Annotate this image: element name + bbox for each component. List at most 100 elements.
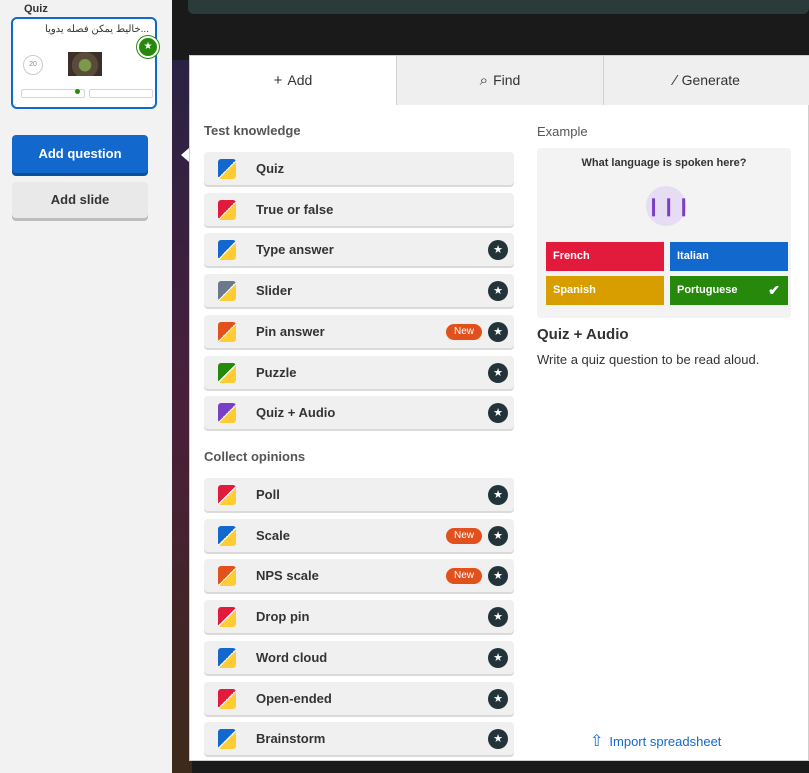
question-type-label: Slider bbox=[256, 283, 293, 299]
question-type-label: True or false bbox=[256, 201, 334, 217]
question-type-true-or-false[interactable]: True or false bbox=[204, 192, 514, 226]
question-type-label: Pin answer bbox=[256, 323, 325, 339]
scale-icon bbox=[218, 525, 236, 546]
plus-icon: + bbox=[273, 72, 283, 89]
example-preview: What language is spoken here? ❙❙❙ French… bbox=[537, 148, 791, 318]
question-type-label: Poll bbox=[256, 487, 280, 502]
question-type-label: Quiz bbox=[256, 161, 285, 176]
question-type-word-cloud[interactable]: Word cloud ★ bbox=[204, 640, 514, 674]
premium-star-icon: ★ bbox=[488, 281, 508, 302]
question-type-label: Open-ended bbox=[256, 690, 332, 706]
brainstorm-icon bbox=[218, 729, 236, 750]
example-title: Quiz + Audio bbox=[537, 326, 629, 343]
question-type-label: Quiz + Audio bbox=[256, 405, 336, 421]
open-ended-icon bbox=[218, 688, 236, 709]
test-knowledge-heading: Test knowledge bbox=[204, 123, 301, 138]
question-type-label: Word cloud bbox=[256, 649, 328, 665]
premium-star-icon: ★ bbox=[488, 688, 508, 709]
premium-star-icon: ★ bbox=[488, 485, 508, 505]
upload-icon: ⇧ bbox=[590, 733, 604, 750]
popup-pointer bbox=[181, 148, 189, 162]
thumbnail-answer-bar bbox=[89, 89, 153, 98]
section-title: Quiz bbox=[24, 3, 48, 15]
question-type-label: Drop pin bbox=[256, 609, 310, 625]
import-label: Import spreadsheet bbox=[609, 734, 722, 749]
premium-star-icon: ★ bbox=[488, 647, 508, 668]
question-type-open-ended[interactable]: Open-ended ★ bbox=[204, 681, 514, 715]
popup-tabs: + Add ⌕ Find ⁄ Generate bbox=[190, 56, 809, 105]
app-frame: Quiz ...خاليط يمكن فصله يدويا 20 ★ Add q… bbox=[0, 0, 809, 773]
answer-tile: Italian bbox=[670, 242, 788, 271]
new-badge: New bbox=[445, 568, 482, 585]
import-spreadsheet-link[interactable]: ⇧ Import spreadsheet bbox=[590, 731, 721, 751]
thumbnail-timer: 20 bbox=[23, 55, 43, 75]
new-badge: New bbox=[445, 323, 482, 340]
question-type-brainstorm[interactable]: Brainstorm ★ bbox=[204, 722, 514, 756]
example-question: What language is spoken here? bbox=[581, 157, 747, 169]
example-label: Example bbox=[537, 124, 588, 139]
question-type-quiz-audio[interactable]: Quiz + Audio ★ bbox=[204, 396, 514, 430]
drop-pin-icon bbox=[218, 607, 236, 628]
question-type-poll[interactable]: Poll ★ bbox=[204, 478, 514, 511]
question-type-quiz[interactable]: Quiz bbox=[204, 152, 514, 185]
audio-icon: ❙❙❙ bbox=[646, 186, 691, 226]
slide-thumbnail[interactable]: ...خاليط يمكن فصله يدويا 20 bbox=[11, 17, 157, 109]
question-type-label: NPS scale bbox=[256, 568, 319, 584]
quiz-icon bbox=[218, 159, 236, 179]
star-badge-icon: ★ bbox=[137, 36, 159, 58]
question-type-puzzle[interactable]: Puzzle ★ bbox=[204, 355, 514, 389]
slide-sidebar: Quiz ...خاليط يمكن فصله يدويا 20 ★ Add q… bbox=[0, 0, 172, 773]
search-icon: ⌕ bbox=[479, 72, 489, 89]
tab-generate[interactable]: ⁄ Generate bbox=[604, 56, 809, 105]
tab-label: Add bbox=[287, 72, 313, 88]
premium-star-icon: ★ bbox=[488, 566, 508, 587]
question-type-label: Type answer bbox=[256, 242, 334, 258]
answer-tile: French bbox=[546, 242, 664, 271]
checkmark-icon: ✔ bbox=[768, 282, 780, 298]
pin-answer-icon bbox=[218, 321, 236, 342]
question-type-pin-answer[interactable]: Pin answer New ★ bbox=[204, 314, 514, 348]
nps-scale-icon bbox=[218, 566, 236, 587]
question-type-label: Puzzle bbox=[256, 364, 297, 380]
question-type-type-answer[interactable]: Type answer ★ bbox=[204, 233, 514, 267]
add-slide-button[interactable]: Add slide bbox=[12, 182, 148, 218]
magic-wand-icon: ⁄ bbox=[674, 72, 677, 89]
question-type-drop-pin[interactable]: Drop pin ★ bbox=[204, 600, 514, 634]
premium-star-icon: ★ bbox=[488, 403, 508, 424]
quiz-audio-icon bbox=[218, 403, 236, 424]
tab-find[interactable]: ⌕ Find bbox=[397, 56, 604, 105]
thumbnail-title: ...خاليط يمكن فصله يدويا bbox=[45, 24, 149, 35]
answer-text: Spanish bbox=[553, 284, 596, 296]
answer-text: Italian bbox=[677, 250, 709, 262]
slider-icon bbox=[218, 281, 236, 302]
question-type-nps-scale[interactable]: NPS scale New ★ bbox=[204, 559, 514, 593]
answer-text: Portuguese bbox=[677, 284, 738, 296]
question-type-label: Scale bbox=[256, 527, 290, 543]
word-cloud-icon bbox=[218, 647, 236, 668]
tab-label: Generate bbox=[681, 72, 740, 88]
question-type-slider[interactable]: Slider ★ bbox=[204, 274, 514, 308]
premium-star-icon: ★ bbox=[488, 607, 508, 628]
premium-star-icon: ★ bbox=[488, 240, 508, 261]
collect-opinions-heading: Collect opinions bbox=[204, 449, 306, 464]
poll-icon bbox=[218, 485, 236, 505]
question-type-scale[interactable]: Scale New ★ bbox=[204, 518, 514, 552]
answer-tile: Portuguese ✔ bbox=[670, 276, 788, 305]
puzzle-icon bbox=[218, 362, 236, 383]
tab-label: Find bbox=[493, 72, 521, 88]
question-type-popup: + Add ⌕ Find ⁄ Generate Test knowledge Quiz… bbox=[189, 55, 809, 761]
thumbnail-dot bbox=[75, 89, 80, 94]
answer-tile: Spanish bbox=[546, 276, 664, 305]
premium-star-icon: ★ bbox=[488, 362, 508, 383]
answer-text: French bbox=[553, 250, 590, 262]
question-type-label: Brainstorm bbox=[256, 731, 326, 747]
example-description: Write a quiz question to be read aloud. bbox=[537, 352, 760, 367]
thumbnail-image bbox=[68, 52, 102, 76]
add-question-button[interactable]: Add question bbox=[12, 135, 148, 173]
type-answer-icon bbox=[218, 240, 236, 261]
premium-star-icon: ★ bbox=[488, 525, 508, 546]
premium-star-icon: ★ bbox=[488, 321, 508, 342]
editor-title-bar bbox=[188, 0, 809, 14]
premium-star-icon: ★ bbox=[488, 729, 508, 750]
tab-add[interactable]: + Add bbox=[190, 56, 397, 105]
